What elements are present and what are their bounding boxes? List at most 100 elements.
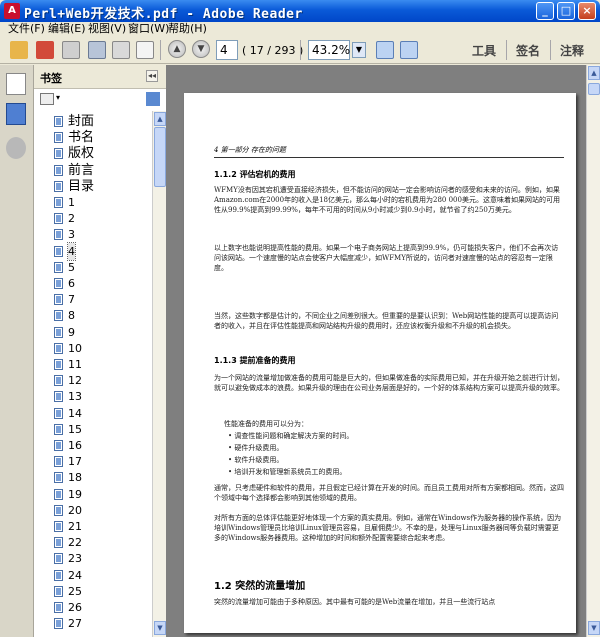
bookmark-item[interactable]: 版权	[38, 145, 148, 162]
attachments-icon[interactable]	[6, 137, 26, 159]
scroll-down-icon[interactable]: ▼	[154, 621, 166, 635]
bookmark-item[interactable]: 13	[38, 388, 148, 405]
bookmarks-scrollbar[interactable]: ▲ ▼	[152, 111, 166, 637]
menu-window[interactable]: 窗口(W)	[128, 22, 169, 36]
page-thumbnails-icon[interactable]	[6, 73, 26, 95]
bookmark-item[interactable]: 2	[38, 210, 148, 227]
bookmark-label: 27	[68, 617, 82, 631]
document-scrollbar[interactable]: ▲ ▼	[586, 65, 600, 637]
zoom-input[interactable]: 43.2%	[308, 40, 350, 60]
toolbar-separator	[160, 40, 161, 60]
document-view[interactable]: 4 第一部分 存在的问题 1.1.2 评估宕机的费用 WFMY没有因其宕机遭受直…	[166, 65, 586, 637]
bookmark-page-icon	[54, 229, 63, 241]
bookmark-page-icon	[54, 310, 63, 322]
bookmark-item[interactable]: 15	[38, 421, 148, 438]
bookmark-label: 前言	[68, 162, 95, 178]
scroll-down-icon[interactable]: ▼	[588, 621, 600, 635]
bookmark-item[interactable]: 20	[38, 502, 148, 519]
bookmark-item[interactable]: 25	[38, 583, 148, 600]
bookmark-item[interactable]: 4	[38, 241, 148, 261]
minimize-button[interactable]: _	[536, 2, 554, 20]
bookmark-item[interactable]: 8	[38, 307, 148, 324]
page-count-label: ( 17 / 293 )	[242, 44, 304, 57]
menu-file[interactable]: 文件(F)	[8, 22, 45, 36]
open-icon[interactable]	[10, 41, 28, 59]
scrollbar-thumb[interactable]	[154, 127, 166, 187]
bookmark-item[interactable]: 23	[38, 550, 148, 567]
bookmark-item[interactable]: 前言	[38, 162, 148, 179]
bookmark-page-icon	[54, 553, 63, 565]
bookmark-item[interactable]: 目录	[38, 178, 148, 195]
menu-view[interactable]: 视图(V)	[88, 22, 126, 36]
bookmark-item[interactable]: 27	[38, 615, 148, 632]
previous-page-icon[interactable]: ▲	[168, 40, 186, 58]
bookmark-item[interactable]: 5	[38, 259, 148, 276]
bookmark-item[interactable]: 7	[38, 291, 148, 308]
bookmark-label: 5	[68, 260, 75, 274]
options-menu-icon[interactable]	[40, 93, 54, 105]
maximize-button[interactable]: □	[557, 2, 575, 20]
collapse-panel-icon[interactable]: ◂◂	[146, 70, 158, 82]
bookmark-item[interactable]: 9	[38, 324, 148, 341]
bookmarks-tab-icon[interactable]	[6, 103, 26, 125]
bookmark-item[interactable]: 10	[38, 340, 148, 357]
bookmark-label: 20	[68, 503, 82, 517]
scroll-up-icon[interactable]: ▲	[588, 66, 600, 80]
bookmark-item[interactable]: 22	[38, 534, 148, 551]
toolbar-separator	[300, 40, 301, 60]
edit-icon[interactable]	[62, 41, 80, 59]
bookmark-label: 22	[68, 536, 82, 550]
bookmark-page-icon	[54, 521, 63, 532]
comment-button[interactable]: 注释	[560, 42, 584, 59]
bookmark-item[interactable]: 书名	[38, 129, 148, 146]
bullet-item: • 硬件升级费用。	[228, 444, 284, 452]
zoom-dropdown-icon[interactable]: ▼	[352, 42, 366, 58]
bookmark-item[interactable]: 21	[38, 518, 148, 535]
bookmark-item[interactable]: 封面	[38, 113, 148, 130]
bookmark-item[interactable]: 12	[38, 372, 148, 389]
bookmark-label: 3	[68, 228, 75, 242]
bookmark-label: 24	[68, 568, 82, 582]
options-dropdown-icon[interactable]: ▾	[56, 93, 60, 102]
bookmark-item[interactable]: 3	[38, 226, 148, 243]
save-icon[interactable]	[88, 41, 106, 59]
toolbar: ▲ ▼ 4 ( 17 / 293 ) 43.2% ▼ 工具 签名 注释	[0, 36, 600, 64]
window-title: Perl+Web开发技术.pdf - Adobe Reader	[24, 7, 303, 22]
sign-button[interactable]: 签名	[516, 42, 540, 59]
new-bookmark-icon[interactable]	[146, 92, 160, 106]
email-icon[interactable]	[136, 41, 154, 59]
next-page-icon[interactable]: ▼	[192, 40, 210, 58]
bookmark-item[interactable]: 14	[38, 405, 148, 422]
print-icon[interactable]	[112, 41, 130, 59]
bookmark-item[interactable]: 17	[38, 453, 148, 470]
bookmark-item[interactable]: 16	[38, 437, 148, 454]
bookmark-label: 目录	[68, 178, 95, 194]
bookmark-label: 封面	[68, 114, 95, 129]
section-heading: 1.1.2 评估宕机的费用	[214, 170, 296, 179]
scrollbar-thumb[interactable]	[588, 83, 600, 95]
menu-help[interactable]: 帮助(H)	[168, 22, 207, 36]
fit-width-icon[interactable]	[400, 41, 418, 59]
bookmark-page-icon	[54, 488, 63, 500]
paragraph: 突然的流量增加可能由于多种原因。其中最有可能的是Web流量在增加，并且一些流行站…	[214, 598, 496, 606]
bookmark-item[interactable]: 1	[38, 194, 148, 211]
bookmark-page-icon	[54, 294, 63, 306]
scroll-up-icon[interactable]: ▲	[154, 112, 166, 126]
bookmark-item[interactable]: 11	[38, 356, 148, 373]
bookmark-item[interactable]: 19	[38, 486, 148, 503]
bullet-item: • 调查性能问题和确定解决方案的时间。	[228, 432, 354, 440]
bookmark-item[interactable]: 18	[38, 469, 148, 486]
bookmark-item[interactable]: 6	[38, 275, 148, 292]
bookmark-page-icon	[54, 472, 63, 484]
bookmark-item[interactable]: 26	[38, 599, 148, 616]
tools-button[interactable]: 工具	[472, 42, 496, 59]
fit-page-icon[interactable]	[376, 41, 394, 59]
bookmark-item[interactable]: 24	[38, 567, 148, 584]
page-number-input[interactable]: 4	[216, 40, 238, 60]
menu-edit[interactable]: 编辑(E)	[48, 22, 86, 36]
bookmark-label: 21	[68, 520, 82, 533]
create-pdf-icon[interactable]	[36, 41, 54, 59]
title-bar: A Perl+Web开发技术.pdf - Adobe Reader _ □ ×	[0, 0, 600, 22]
bookmarks-header: 书签 ◂◂	[34, 65, 166, 89]
close-button[interactable]: ×	[578, 2, 596, 20]
